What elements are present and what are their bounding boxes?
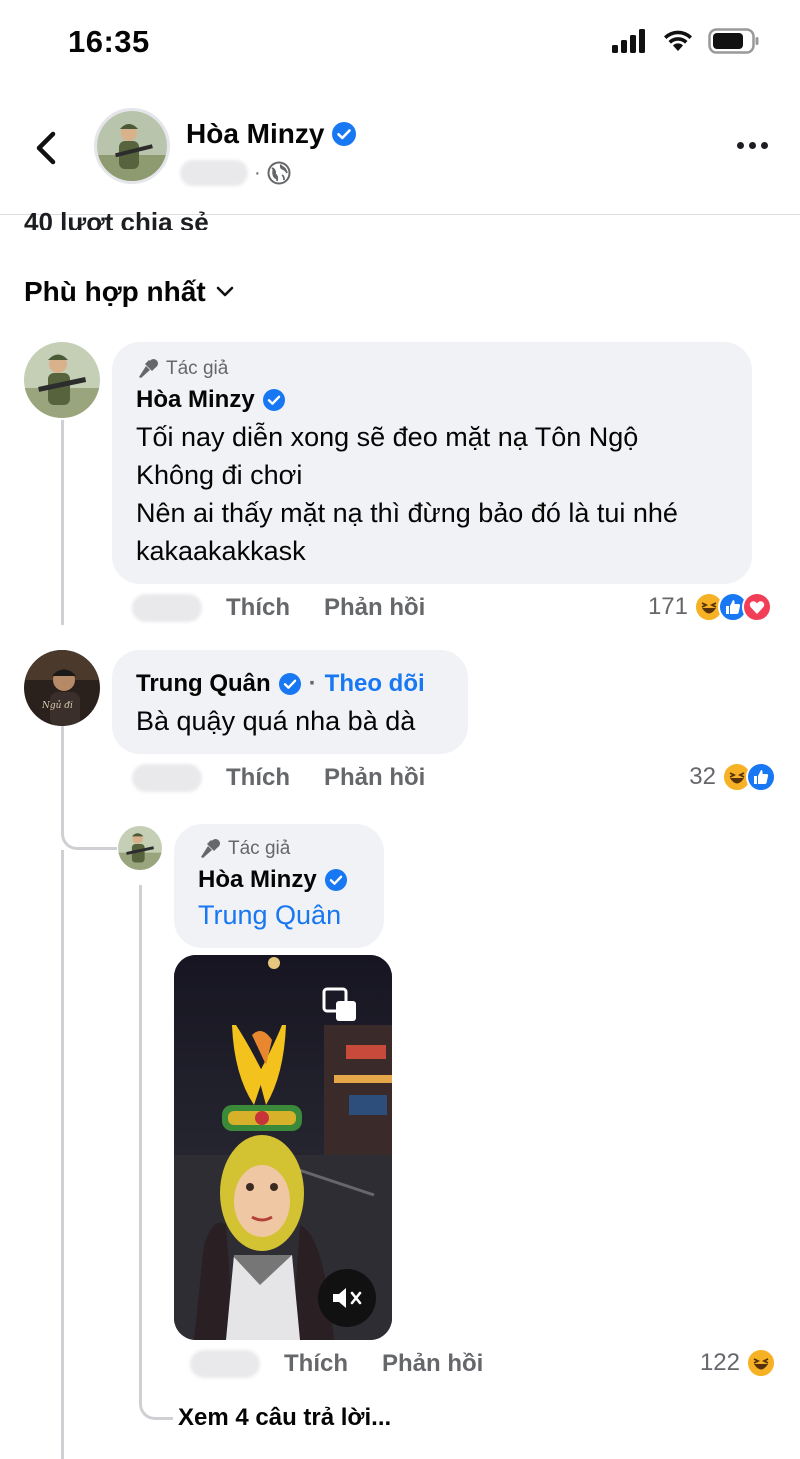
reaction-count: 122 — [699, 1349, 740, 1376]
author-badge: Tác giả — [136, 358, 728, 380]
view-more-replies-link[interactable]: Xem 4 câu trả lời... — [178, 1404, 391, 1432]
author-badge-label: Tác giả — [166, 358, 229, 379]
header-avatar[interactable] — [94, 108, 170, 184]
thread-connector — [61, 725, 117, 850]
signal-icon — [612, 29, 645, 53]
comment-line: kakaakakkask — [136, 536, 306, 566]
commenter-avatar[interactable]: Ngủ đi — [24, 650, 100, 726]
separator-dot: · — [254, 161, 261, 184]
header-subtitle: · — [180, 160, 291, 186]
wifi-icon — [664, 30, 692, 51]
share-count[interactable]: 40 lượt chia sẻ — [24, 200, 209, 230]
like-reaction-icon — [746, 762, 776, 792]
reply-actions: Thích Phản hồi — [190, 1350, 517, 1378]
picture-in-picture-icon[interactable] — [320, 985, 360, 1025]
trung-quan-avatar-image: Ngủ đi — [24, 650, 100, 726]
comment-bubble[interactable]: Tác giả Hòa Minzy Tối nay diễn xong sẽ đ… — [112, 342, 752, 584]
verified-badge-icon — [332, 122, 357, 146]
like-button[interactable]: Thích — [226, 594, 290, 622]
author-badge-label: Tác giả — [228, 838, 291, 859]
comment-text: Bà quậy quá nha bà dà — [136, 706, 416, 736]
mention-link[interactable]: Trung Quân — [198, 896, 360, 934]
soldier-avatar-image — [97, 111, 167, 181]
status-icons — [612, 28, 760, 54]
blurred-time — [132, 594, 202, 622]
reply-button[interactable]: Phản hồi — [324, 764, 425, 792]
commenter-name-text: Hòa Minzy — [198, 866, 317, 893]
status-time: 16:35 — [68, 24, 150, 59]
reply-connector — [139, 885, 173, 1420]
commenter-name-text: Hòa Minzy — [136, 386, 255, 413]
reply-button[interactable]: Phản hồi — [324, 594, 425, 622]
status-bar: 16:35 — [0, 0, 800, 90]
page-header: Hòa Minzy · — [0, 100, 800, 215]
reply-button[interactable]: Phản hồi — [382, 1350, 483, 1378]
commenter-name[interactable]: Trung Quân · Theo dõi — [136, 670, 444, 698]
comment-actions: Thích Phản hồi — [132, 764, 459, 792]
reaction-summary[interactable]: 171 — [648, 592, 772, 622]
reply-video[interactable] — [174, 955, 392, 1340]
follow-button[interactable]: Theo dõi — [325, 670, 425, 698]
more-dots-icon — [736, 141, 744, 149]
verified-badge-icon — [262, 389, 285, 411]
comment-actions: Thích Phản hồi — [132, 594, 459, 622]
commenter-avatar[interactable] — [24, 342, 100, 418]
globe-icon — [267, 161, 291, 185]
haha-reaction-icon — [746, 1348, 776, 1378]
sort-label: Phù hợp nhất — [24, 276, 206, 307]
commenter-name[interactable]: Hòa Minzy — [136, 386, 728, 414]
reply-bubble[interactable]: Tác giả Hòa Minzy Trung Quân — [174, 824, 384, 948]
mute-button[interactable] — [318, 1269, 376, 1327]
header-name-text: Hòa Minzy — [186, 118, 325, 149]
reaction-count: 171 — [647, 593, 688, 620]
commenter-name-text: Trung Quân — [136, 670, 271, 697]
comment-line: Nên ai thấy mặt nạ thì đừng bảo đó là tu… — [136, 498, 678, 528]
like-button[interactable]: Thích — [226, 764, 290, 792]
author-badge: Tác giả — [198, 838, 360, 860]
verified-badge-icon — [324, 869, 347, 891]
comment-bubble[interactable]: Trung Quân · Theo dõi Bà quậy quá nha bà… — [112, 650, 468, 754]
reply-avatar[interactable] — [118, 826, 162, 870]
header-title[interactable]: Hòa Minzy — [186, 118, 357, 150]
comment-text: Tối nay diễn xong sẽ đeo mặt nạ Tôn Ngộ … — [136, 418, 728, 570]
more-options-button[interactable] — [732, 130, 772, 160]
comment-line: Tối nay diễn xong sẽ đeo mặt nạ Tôn Ngộ — [136, 422, 639, 452]
back-button[interactable] — [28, 126, 64, 170]
chevron-down-icon — [216, 286, 233, 297]
battery-icon — [708, 28, 759, 54]
reaction-summary[interactable]: 122 — [700, 1348, 776, 1378]
soldier-avatar-image — [118, 826, 162, 870]
commenter-name[interactable]: Hòa Minzy — [198, 866, 360, 894]
thread-line — [61, 850, 64, 1459]
reaction-summary[interactable]: 32 — [689, 762, 776, 792]
like-button[interactable]: Thích — [284, 1350, 348, 1378]
love-reaction-icon — [742, 592, 772, 622]
reaction-count: 32 — [689, 763, 716, 790]
soldier-avatar-image — [24, 342, 100, 418]
comment-line: Không đi chơi — [136, 460, 303, 490]
microphone-icon — [201, 839, 220, 858]
blurred-time — [132, 764, 202, 792]
chevron-left-icon — [36, 131, 56, 165]
blurred-timestamp — [180, 160, 248, 186]
sort-dropdown[interactable]: Phù hợp nhất — [24, 276, 234, 308]
blurred-time — [190, 1350, 260, 1378]
thread-line — [61, 420, 64, 625]
verified-badge-icon — [278, 673, 301, 695]
separator-dot: · — [308, 670, 317, 697]
microphone-icon — [139, 359, 158, 378]
svg-text:Ngủ đi: Ngủ đi — [41, 700, 73, 711]
speaker-muted-icon — [333, 1288, 362, 1308]
